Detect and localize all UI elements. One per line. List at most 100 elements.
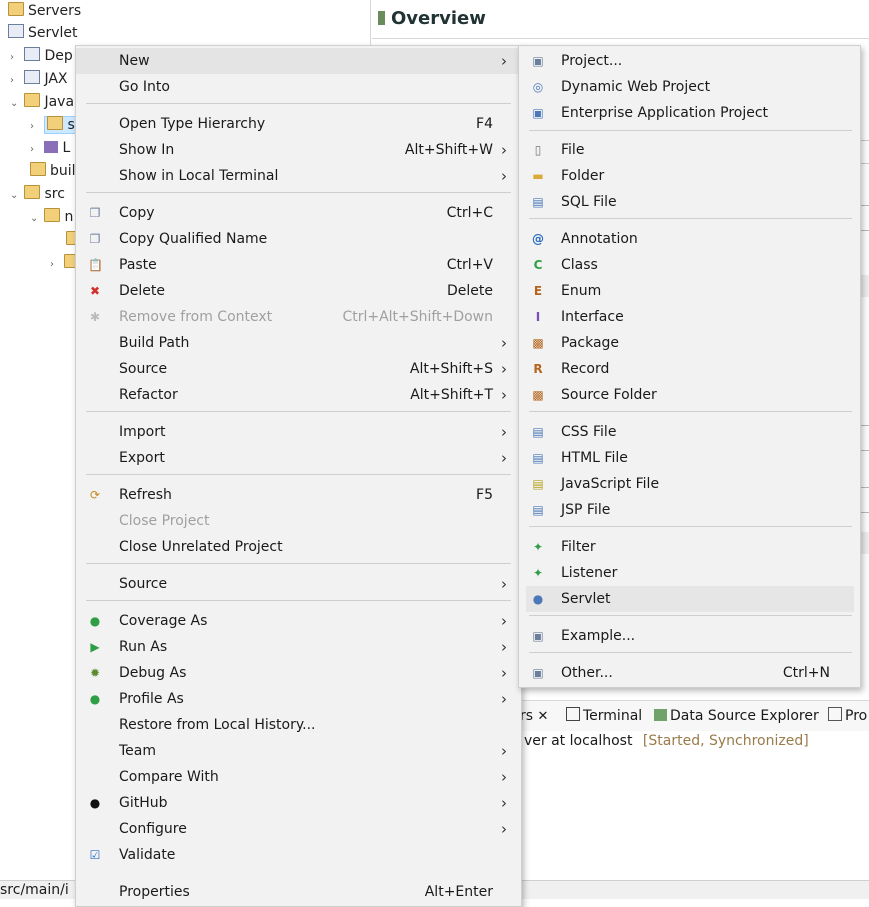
tree-item-main[interactable]: ⌄ n bbox=[30, 206, 73, 229]
menu-separator bbox=[529, 652, 852, 653]
tree-item-src[interactable]: ⌄ src bbox=[10, 183, 65, 206]
new-submenu-item-label: CSS File bbox=[561, 424, 617, 440]
menu-separator bbox=[529, 218, 852, 219]
tree-item-build[interactable]: buil bbox=[30, 160, 76, 183]
menu-item-configure[interactable]: Configure › bbox=[76, 816, 521, 842]
menu-item-open-type-hierarchy[interactable]: Open Type Hierarchy F4 bbox=[76, 111, 521, 137]
tree-item-servers[interactable]: Servers bbox=[8, 0, 81, 23]
folder-icon bbox=[8, 2, 24, 16]
chevron-down-icon[interactable]: ⌄ bbox=[10, 184, 20, 207]
new-submenu-item-jsp-file[interactable]: ▤ JSP File bbox=[519, 497, 860, 523]
new-submenu-item-css-file[interactable]: ▤ CSS File bbox=[519, 419, 860, 445]
new-submenu-item-package[interactable]: ▩ Package bbox=[519, 330, 860, 356]
tab-properties[interactable]: Pro bbox=[828, 705, 867, 727]
chevron-down-icon[interactable]: ⌄ bbox=[30, 207, 40, 230]
chevron-right-icon: › bbox=[501, 638, 507, 656]
menu-item-compare-with[interactable]: Compare With › bbox=[76, 764, 521, 790]
menu-item-close-project: Close Project bbox=[76, 508, 521, 534]
menu-item-close-unrelated-project[interactable]: Close Unrelated Project bbox=[76, 534, 521, 560]
tree-item-java-resources[interactable]: ⌄ Java bbox=[10, 91, 74, 114]
new-submenu-item-source-folder[interactable]: ▩ Source Folder bbox=[519, 382, 860, 408]
menu-item-debug-as[interactable]: ✹ Debug As › bbox=[76, 660, 521, 686]
menu-item-paste[interactable]: 📋 Paste Ctrl+V bbox=[76, 252, 521, 278]
menu-item-copy-qualified-name[interactable]: ❐ Copy Qualified Name bbox=[76, 226, 521, 252]
new-submenu-item-enum[interactable]: E Enum bbox=[519, 278, 860, 304]
new-submenu-item-enterprise-application-project[interactable]: ▣ Enterprise Application Project bbox=[519, 100, 860, 126]
menu-item-build-path[interactable]: Build Path › bbox=[76, 330, 521, 356]
new-submenu: ▣ Project... ◎ Dynamic Web Project ▣ Enterpri… bbox=[518, 45, 861, 688]
menu-item-label: Copy bbox=[119, 205, 155, 221]
menu-item-source[interactable]: Source Alt+Shift+S › bbox=[76, 356, 521, 382]
tree-item-deployment[interactable]: › Dep bbox=[10, 45, 73, 68]
new-submenu-item-servlet[interactable]: ● Servlet bbox=[526, 586, 854, 612]
new-submenu-item-label: Listener bbox=[561, 565, 618, 581]
selected-item[interactable]: s bbox=[44, 116, 78, 134]
menu-item-import[interactable]: Import › bbox=[76, 419, 521, 445]
menu-item-refactor[interactable]: Refactor Alt+Shift+T › bbox=[76, 382, 521, 408]
css-file-icon: ▤ bbox=[532, 425, 544, 439]
new-submenu-item-interface[interactable]: I Interface bbox=[519, 304, 860, 330]
context-menu: New › Go Into Open Type Hierarchy F4 Show In A… bbox=[75, 45, 522, 907]
chevron-right-icon[interactable]: › bbox=[10, 69, 20, 92]
chevron-right-icon[interactable]: › bbox=[10, 46, 20, 69]
chevron-right-icon: › bbox=[501, 360, 507, 378]
new-submenu-item-listener[interactable]: ✦ Listener bbox=[519, 560, 860, 586]
menu-item-source[interactable]: Source › bbox=[76, 571, 521, 597]
menu-item-coverage-as[interactable]: ● Coverage As › bbox=[76, 608, 521, 634]
new-submenu-item-folder[interactable]: ▬ Folder bbox=[519, 163, 860, 189]
menu-item-copy[interactable]: ❐ Copy Ctrl+C bbox=[76, 200, 521, 226]
menu-item-restore-from-local-history[interactable]: Restore from Local History... bbox=[76, 712, 521, 738]
tree-item-src-selected[interactable]: › s bbox=[30, 114, 78, 137]
tab-terminal[interactable]: Terminal bbox=[566, 705, 642, 727]
new-submenu-item-other[interactable]: ▣ Other... Ctrl+N bbox=[519, 660, 860, 686]
new-submenu-item-filter[interactable]: ✦ Filter bbox=[519, 534, 860, 560]
new-submenu-item-javascript-file[interactable]: ▤ JavaScript File bbox=[519, 471, 860, 497]
menu-item-github[interactable]: ● GitHub › bbox=[76, 790, 521, 816]
new-submenu-item-file[interactable]: ▯ File bbox=[519, 137, 860, 163]
menu-item-delete[interactable]: ✖ Delete Delete bbox=[76, 278, 521, 304]
menu-item-go-into[interactable]: Go Into bbox=[76, 74, 521, 100]
new-submenu-item-annotation[interactable]: @ Annotation bbox=[519, 226, 860, 252]
menu-item-export[interactable]: Export › bbox=[76, 445, 521, 471]
menu-item-refresh[interactable]: ⟳ Refresh F5 bbox=[76, 482, 521, 508]
chevron-right-icon[interactable]: › bbox=[50, 253, 60, 276]
tree-item-libraries[interactable]: › L bbox=[30, 137, 70, 160]
new-submenu-item-project[interactable]: ▣ Project... bbox=[519, 48, 860, 74]
menu-item-label: Show in Local Terminal bbox=[119, 168, 279, 184]
menu-item-run-as[interactable]: ▶ Run As › bbox=[76, 634, 521, 660]
menu-item-label: Compare With bbox=[119, 769, 219, 785]
chevron-right-icon[interactable]: › bbox=[30, 138, 40, 161]
new-submenu-item-dynamic-web-project[interactable]: ◎ Dynamic Web Project bbox=[519, 74, 860, 100]
menu-item-team[interactable]: Team › bbox=[76, 738, 521, 764]
close-icon[interactable]: ✕ bbox=[538, 709, 549, 724]
tab-data-source-explorer[interactable]: Data Source Explorer bbox=[654, 705, 819, 727]
new-submenu-item-label: Annotation bbox=[561, 231, 638, 247]
new-submenu-item-record[interactable]: R Record bbox=[519, 356, 860, 382]
new-submenu-item-sql-file[interactable]: ▤ SQL File bbox=[519, 189, 860, 215]
new-submenu-item-label: Interface bbox=[561, 309, 624, 325]
package-icon: ▩ bbox=[532, 336, 544, 350]
menu-item-show-in-local-terminal[interactable]: Show in Local Terminal › bbox=[76, 163, 521, 189]
shortcut-label: Ctrl+N bbox=[782, 665, 830, 681]
folder-icon bbox=[44, 208, 61, 222]
menu-item-label: Coverage As bbox=[119, 613, 208, 629]
profile-icon: ● bbox=[89, 692, 101, 706]
tab-servers[interactable]: rs ✕ bbox=[520, 705, 548, 727]
new-submenu-item-class[interactable]: C Class bbox=[519, 252, 860, 278]
tree-item-servlet-project[interactable]: Servlet bbox=[8, 22, 78, 45]
menu-item-show-in[interactable]: Show In Alt+Shift+W › bbox=[76, 137, 521, 163]
shortcut-label: F5 bbox=[476, 487, 493, 503]
deployment-icon bbox=[24, 47, 41, 61]
new-submenu-item-html-file[interactable]: ▤ HTML File bbox=[519, 445, 860, 471]
chevron-down-icon[interactable]: ⌄ bbox=[10, 92, 20, 115]
menu-item-new[interactable]: New › bbox=[76, 48, 521, 74]
menu-item-validate[interactable]: ☑ Validate bbox=[76, 842, 521, 868]
menu-item-label: Show In bbox=[119, 142, 175, 158]
chevron-right-icon[interactable]: › bbox=[30, 115, 40, 138]
server-list-row[interactable]: ver at localhost [Started, Synchronized] bbox=[524, 731, 809, 751]
tree-item-jax[interactable]: › JAX bbox=[10, 68, 68, 91]
menu-item-properties[interactable]: Properties Alt+Enter bbox=[76, 879, 521, 905]
new-submenu-item-example[interactable]: ▣ Example... bbox=[519, 623, 860, 649]
tree-item-label: buil bbox=[50, 163, 76, 179]
menu-item-profile-as[interactable]: ● Profile As › bbox=[76, 686, 521, 712]
